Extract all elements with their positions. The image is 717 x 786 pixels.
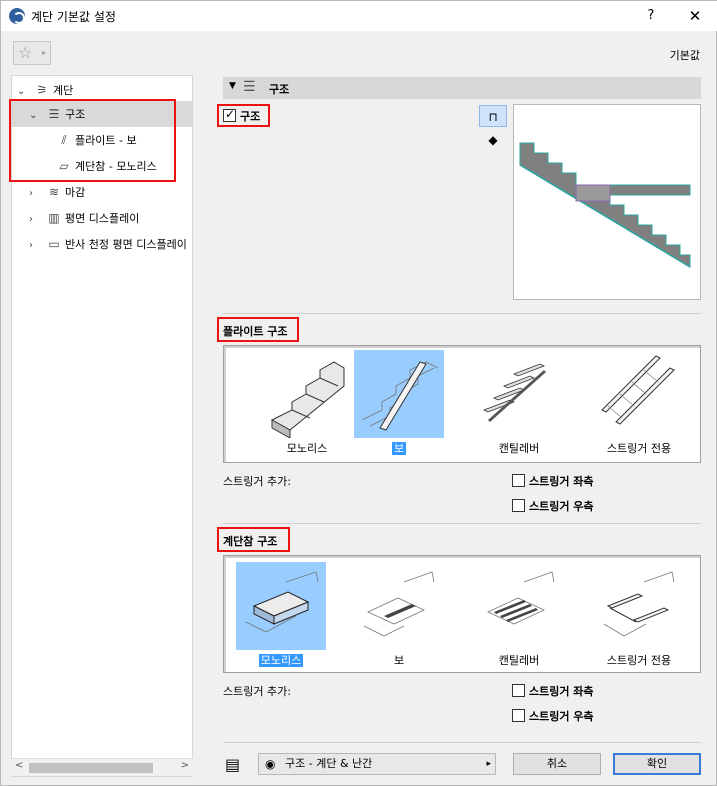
landing-stringer-left-label: 스트링거 좌측 bbox=[529, 685, 594, 698]
reflected-ceiling-display-icon: ▭ bbox=[48, 237, 60, 251]
stair-section-drawing bbox=[519, 142, 691, 268]
cantilever-stair-icon bbox=[474, 350, 564, 438]
flight-stringer-right-checkbox[interactable] bbox=[512, 499, 525, 512]
tree-item-floor-plan-display[interactable]: › ▥ 평면 디스플레이 bbox=[29, 207, 139, 229]
option-caption: 캔틸레버 bbox=[498, 654, 540, 667]
ok-button[interactable]: 확인 bbox=[613, 753, 701, 775]
plan-view-icon: ⊓ bbox=[488, 110, 498, 124]
finish-icon: ≋ bbox=[48, 185, 60, 199]
landing-structure-options: 모노리스 보 캔틸레버 스트링거 전용 bbox=[223, 555, 701, 673]
beam-stair-icon bbox=[354, 350, 444, 438]
eye-icon: ◉ bbox=[265, 757, 276, 771]
archicad-app-icon bbox=[9, 8, 25, 24]
chevron-right-icon[interactable]: › bbox=[29, 235, 43, 255]
tree-horizontal-scrollbar[interactable]: < > bbox=[11, 758, 193, 776]
tree-item-label: 계단 bbox=[53, 84, 74, 97]
floor-plan-view-button[interactable]: ⊓ bbox=[479, 105, 507, 127]
structure-icon: ☰ bbox=[243, 79, 256, 95]
star-icon: ☆ bbox=[18, 43, 33, 62]
flight-option-cantilever[interactable]: 캔틸레버 bbox=[474, 348, 564, 458]
structure-panel-header[interactable]: ▼ ☰ 구조 bbox=[223, 77, 701, 99]
caret-right-icon: ▸ bbox=[41, 48, 46, 57]
flight-option-monolith[interactable]: 모노리스 bbox=[262, 348, 352, 458]
annotation-highlight-flight bbox=[217, 317, 299, 342]
landing-option-monolith[interactable]: 모노리스 bbox=[236, 560, 326, 670]
option-caption: 보 bbox=[391, 442, 407, 455]
stair-icon: ⚞ bbox=[36, 83, 48, 97]
option-caption: 스트링거 전용 bbox=[606, 654, 672, 667]
3d-view-button[interactable]: ◆ bbox=[479, 129, 507, 151]
preset-value: 구조 - 계단 & 난간 bbox=[285, 757, 373, 770]
cantilever-landing-icon bbox=[474, 562, 564, 650]
scroll-thumb[interactable] bbox=[29, 763, 153, 773]
tree-item-label: 평면 디스플레이 bbox=[65, 212, 140, 225]
flight-structure-options: 모노리스 보 캔틸레버 스트링거 전용 bbox=[223, 345, 701, 463]
monolith-stair-icon bbox=[262, 350, 352, 439]
stair-section-preview bbox=[513, 104, 701, 300]
default-label: 기본값 bbox=[669, 49, 700, 62]
option-caption: 스트링거 전용 bbox=[606, 442, 672, 455]
landing-option-beam[interactable]: 보 bbox=[354, 560, 444, 670]
collapse-triangle-icon: ▼ bbox=[229, 81, 236, 91]
landing-option-stringer-only[interactable]: 스트링거 전용 bbox=[594, 560, 684, 670]
tree-item-stair[interactable]: ⌄ ⚞ 계단 bbox=[17, 79, 73, 101]
tree-item-reflected-ceiling-display[interactable]: › ▭ 반사 천정 평면 디스플레이 bbox=[29, 233, 191, 255]
beam-landing-icon bbox=[354, 562, 444, 650]
close-button[interactable]: ✕ bbox=[675, 1, 715, 31]
layers-icon: ▤ bbox=[225, 755, 241, 774]
section-divider bbox=[223, 313, 701, 314]
title-bar: 계단 기본값 설정 ? ✕ bbox=[1, 1, 717, 31]
footer-divider bbox=[223, 742, 701, 743]
chevron-right-icon[interactable]: › bbox=[29, 183, 43, 205]
favorites-button[interactable]: ☆ ▸ bbox=[13, 41, 51, 65]
monolith-landing-icon bbox=[236, 562, 326, 650]
cancel-button[interactable]: 취소 bbox=[513, 753, 601, 775]
landing-stringer-add-label: 스트링거 추가: bbox=[223, 685, 291, 698]
scroll-left-icon[interactable]: < bbox=[15, 760, 23, 771]
option-caption: 캔틸레버 bbox=[498, 442, 540, 455]
stringer-only-stair-icon bbox=[594, 350, 684, 438]
dialog-title: 계단 기본값 설정 bbox=[31, 10, 116, 24]
chevron-right-icon[interactable]: › bbox=[29, 209, 43, 231]
landing-stringer-left-checkbox[interactable] bbox=[512, 684, 525, 697]
flight-stringer-left-label: 스트링거 좌측 bbox=[529, 475, 594, 488]
flight-stringer-right-label: 스트링거 우측 bbox=[529, 500, 594, 513]
landing-option-cantilever[interactable]: 캔틸레버 bbox=[474, 560, 564, 670]
tree-item-finish[interactable]: › ≋ 마감 bbox=[29, 181, 85, 203]
stringer-only-landing-icon bbox=[594, 562, 684, 650]
option-caption: 보 bbox=[393, 654, 405, 667]
help-button[interactable]: ? bbox=[631, 1, 671, 31]
tree-item-label: 반사 천정 평면 디스플레이 bbox=[65, 238, 187, 251]
landing-stringer-right-checkbox[interactable] bbox=[512, 709, 525, 722]
floor-plan-display-icon: ▥ bbox=[48, 211, 60, 225]
tree-item-label: 마감 bbox=[65, 186, 86, 199]
landing-stringer-right-label: 스트링거 우측 bbox=[529, 710, 594, 723]
panel-title: 구조 bbox=[269, 83, 290, 96]
dropdown-arrow-icon: ▸ bbox=[486, 759, 491, 769]
dialog-window: 계단 기본값 설정 ? ✕ ☆ ▸ 기본값 ⌄ ⚞ 계단 ⌄ ☰ 구조 ⫽ 플라이트 - … bbox=[0, 0, 717, 786]
annotation-highlight-structure bbox=[217, 104, 270, 127]
flight-stringer-add-label: 스트링거 추가: bbox=[223, 475, 291, 488]
flight-option-beam[interactable]: 보 bbox=[354, 348, 444, 458]
section-divider bbox=[223, 523, 701, 524]
cube-icon: ◆ bbox=[488, 133, 498, 147]
scroll-right-icon[interactable]: > bbox=[181, 760, 189, 771]
annotation-highlight-landing bbox=[217, 527, 290, 552]
flight-stringer-left-checkbox[interactable] bbox=[512, 474, 525, 487]
option-caption: 모노리스 bbox=[258, 654, 304, 667]
annotation-highlight-tree bbox=[9, 99, 176, 182]
view-preset-dropdown[interactable]: ◉ 구조 - 계단 & 난간 ▸ bbox=[258, 753, 496, 775]
flight-option-stringer-only[interactable]: 스트링거 전용 bbox=[594, 348, 684, 458]
option-caption: 모노리스 bbox=[286, 442, 328, 455]
